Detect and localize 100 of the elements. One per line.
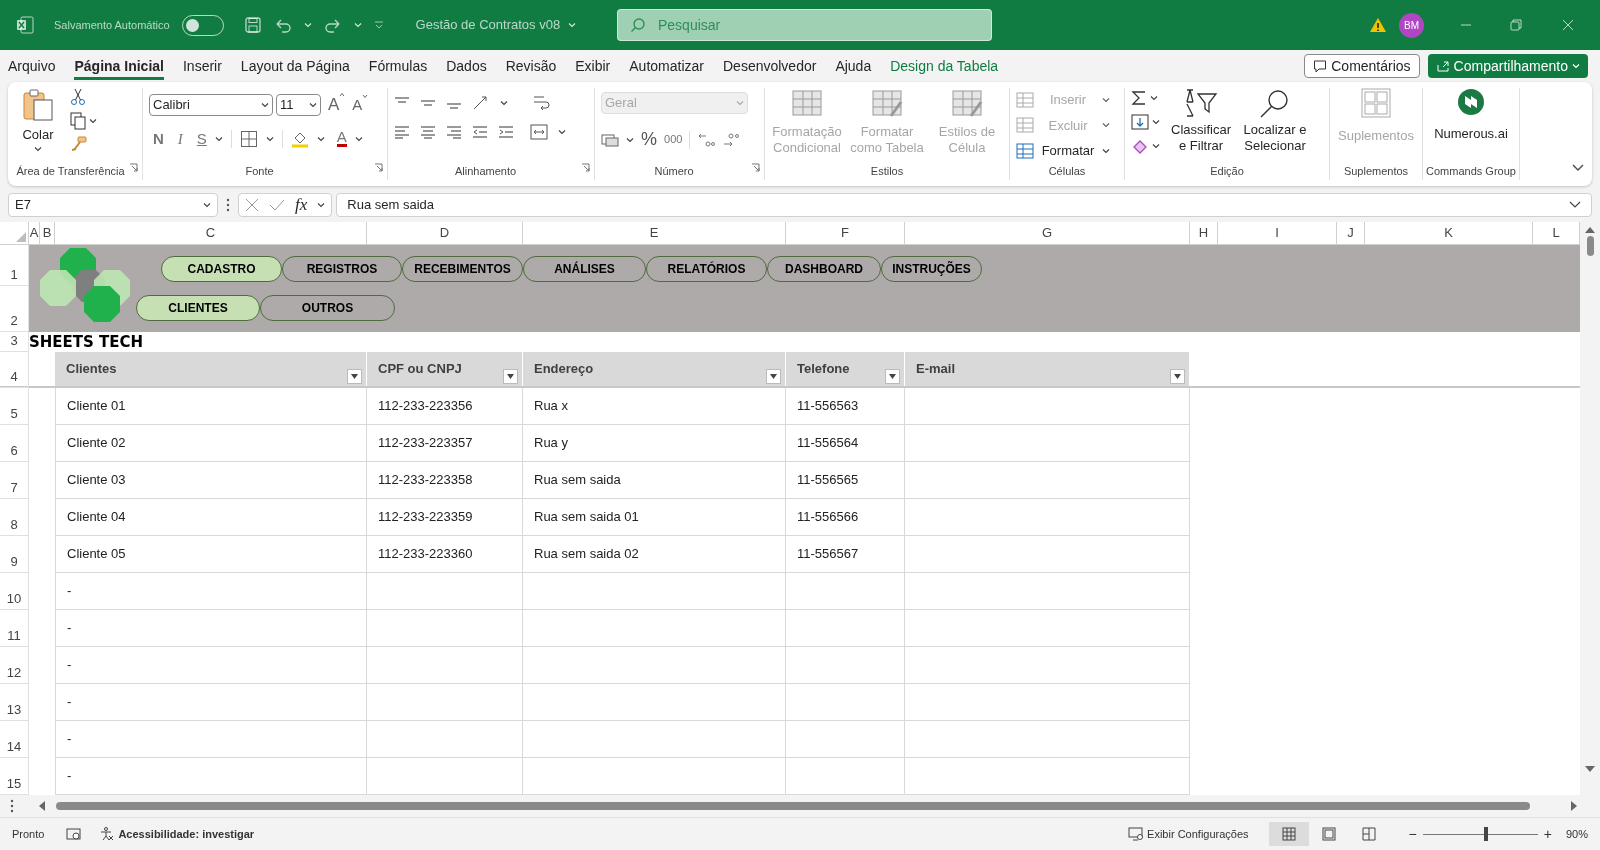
comments-button[interactable]: Comentários — [1304, 54, 1420, 78]
save-icon[interactable] — [243, 16, 262, 34]
italic-button[interactable]: I — [177, 127, 183, 150]
cells-menu-button[interactable]: Formatar — [1016, 141, 1110, 161]
expand-icon[interactable] — [1569, 201, 1581, 209]
font-color-button[interactable]: A — [336, 130, 347, 148]
caret-icon[interactable] — [1152, 143, 1160, 149]
menu-tab[interactable]: Design da Tabela — [890, 52, 999, 80]
align-left-icon[interactable] — [394, 125, 410, 139]
filter-dropdown-button[interactable] — [503, 369, 518, 384]
restore-icon[interactable] — [1510, 19, 1522, 31]
formula-field[interactable]: Rua sem saida — [336, 193, 1592, 217]
filter-dropdown-button[interactable] — [1170, 369, 1185, 384]
nav-button[interactable]: OUTROS — [260, 295, 395, 321]
row-header[interactable]: 11 — [0, 610, 29, 647]
column-header[interactable]: F — [786, 222, 905, 244]
search-field[interactable]: Pesquisar — [617, 9, 992, 41]
caret-icon[interactable] — [203, 202, 211, 208]
increase-indent-icon[interactable] — [498, 125, 514, 139]
view-button[interactable] — [1268, 822, 1309, 846]
column-header[interactable]: I — [1218, 222, 1337, 244]
paintbrush-icon[interactable] — [70, 136, 88, 152]
underline-button[interactable]: S — [196, 127, 207, 150]
insert-function-button[interactable]: fx — [295, 192, 308, 218]
column-header[interactable]: H — [1190, 222, 1218, 244]
scroll-right-icon[interactable] — [1570, 801, 1578, 811]
menu-tab[interactable]: Revisão — [505, 52, 557, 80]
zoom-slider-thumb[interactable] — [1484, 826, 1489, 841]
borders-icon[interactable] — [239, 129, 258, 148]
row-header[interactable]: 4 — [0, 352, 29, 388]
avatar[interactable]: BM — [1399, 12, 1424, 38]
currency-icon[interactable] — [601, 132, 619, 147]
scroll-left-icon[interactable] — [38, 801, 46, 811]
grow-font-button[interactable]: A — [328, 92, 346, 118]
column-header[interactable]: E — [523, 222, 786, 244]
increase-decimal-icon[interactable] — [697, 131, 716, 148]
caret-icon[interactable] — [317, 202, 326, 208]
zoom-in-button[interactable]: + — [1543, 823, 1552, 845]
document-title[interactable]: Gestão de Contratos v08 — [415, 15, 577, 35]
filter-dropdown-button[interactable] — [885, 369, 900, 384]
fill-down-icon[interactable] — [1131, 114, 1149, 130]
numerous-button[interactable]: Numerous.ai — [1429, 88, 1513, 144]
find-select-button[interactable]: Localizar e Selecionar — [1242, 88, 1308, 154]
column-header[interactable]: A — [29, 222, 40, 244]
copy-icon[interactable] — [70, 112, 86, 130]
decrease-decimal-icon[interactable] — [722, 131, 741, 148]
caret-icon[interactable] — [1152, 119, 1160, 125]
nav-button[interactable]: DASHBOARD — [767, 256, 881, 282]
merge-cells-icon[interactable] — [530, 124, 548, 140]
nav-button[interactable]: ANÁLISES — [523, 256, 646, 282]
macro-record-icon[interactable] — [66, 827, 83, 841]
scissors-icon[interactable] — [70, 88, 86, 106]
eraser-icon[interactable] — [1131, 138, 1149, 154]
row-header[interactable]: 12 — [0, 647, 29, 684]
percent-button[interactable]: % — [641, 126, 657, 153]
row-header[interactable]: 5 — [0, 388, 29, 425]
row-header[interactable]: 8 — [0, 499, 29, 536]
dialog-launcher-icon[interactable] — [374, 163, 383, 172]
filter-dropdown-button[interactable] — [347, 369, 362, 384]
redo-icon[interactable] — [323, 17, 342, 33]
column-header[interactable]: K — [1365, 222, 1533, 244]
accessibility-button[interactable]: Acessibilidade: investigar — [100, 825, 255, 843]
column-header[interactable]: D — [367, 222, 523, 244]
row-header[interactable]: 7 — [0, 462, 29, 499]
wrap-text-icon[interactable] — [532, 94, 550, 112]
menu-tab[interactable]: Layout da Página — [240, 52, 350, 80]
scroll-thumb[interactable] — [1586, 236, 1594, 256]
row-header[interactable]: 14 — [0, 721, 29, 758]
font-size-dropdown[interactable]: 11 — [276, 93, 321, 116]
row-header[interactable]: 10 — [0, 573, 29, 610]
row-header[interactable]: 9 — [0, 536, 29, 573]
thousands-separator-button[interactable]: 000 — [664, 131, 683, 148]
column-header[interactable]: B — [40, 222, 55, 244]
column-header[interactable]: G — [905, 222, 1190, 244]
row-header[interactable]: 3 — [0, 332, 29, 352]
menu-tab[interactable]: Automatizar — [629, 52, 704, 80]
caret-icon[interactable] — [265, 135, 274, 142]
nav-button[interactable]: CLIENTES — [136, 295, 260, 321]
menu-tab[interactable]: Fórmulas — [368, 52, 428, 80]
dialog-launcher-icon[interactable] — [581, 163, 590, 172]
sheet-options-icon[interactable] — [10, 799, 14, 813]
menu-tab[interactable]: Dados — [446, 52, 487, 80]
sort-filter-button[interactable]: Classificar e Filtrar — [1168, 88, 1234, 154]
display-settings-button[interactable]: Exibir Configurações — [1128, 825, 1249, 843]
dialog-launcher-icon[interactable] — [751, 163, 760, 172]
caret-icon[interactable] — [558, 129, 566, 135]
caret-icon[interactable] — [354, 135, 363, 142]
close-icon[interactable] — [1562, 19, 1574, 31]
menu-tab[interactable]: Arquivo — [8, 52, 56, 80]
nav-button[interactable]: RELATÓRIOS — [646, 256, 767, 282]
font-name-dropdown[interactable]: Calibri — [149, 93, 273, 116]
align-center-icon[interactable] — [420, 125, 436, 139]
menu-tab[interactable]: Desenvolvedor — [723, 52, 817, 80]
customize-icon[interactable] — [373, 20, 384, 30]
nav-button[interactable]: CADASTRO — [161, 256, 282, 282]
orientation-icon[interactable] — [472, 95, 490, 111]
nav-button[interactable]: REGISTROS — [282, 256, 402, 282]
bold-button[interactable]: N — [153, 127, 164, 150]
caret-icon[interactable] — [1102, 147, 1110, 154]
cancel-icon[interactable] — [245, 198, 259, 212]
